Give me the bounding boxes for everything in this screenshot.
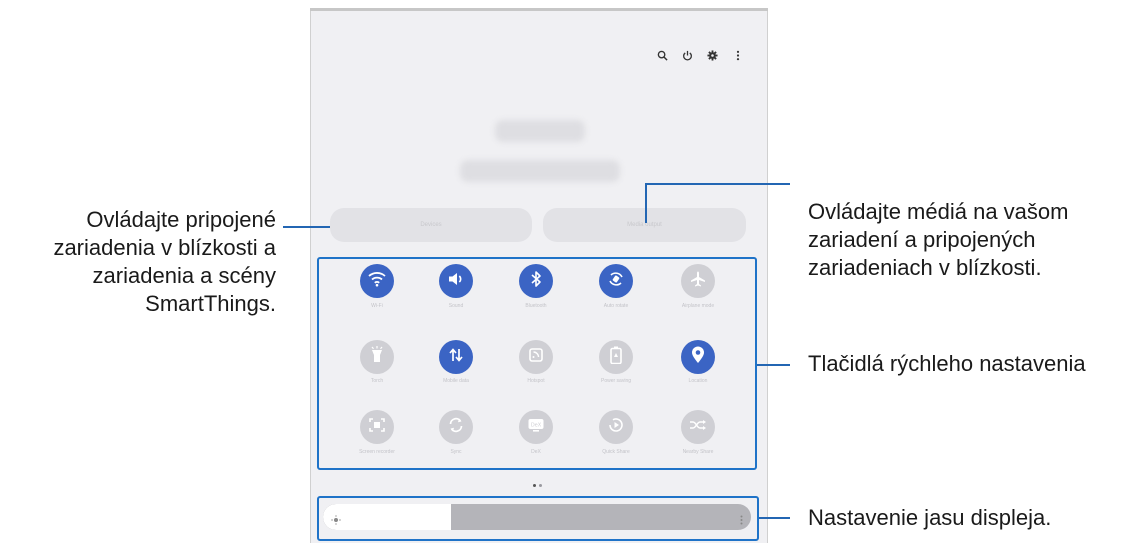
tile-label-mobile-data: Mobile data [443, 378, 469, 384]
rotate-icon [607, 270, 625, 293]
shuffle-icon [689, 418, 707, 437]
tile-wifi[interactable] [360, 264, 394, 298]
tile-label-dex: DeX [531, 449, 541, 455]
callout-line-brightness [759, 517, 790, 519]
annotation-line: zariadeniach v blízkosti. [808, 255, 1042, 280]
tile-location[interactable] [681, 340, 715, 374]
brightness-more-icon[interactable] [740, 512, 743, 530]
blurred-date [460, 160, 620, 182]
tile-mobile-data[interactable] [439, 340, 473, 374]
battery-icon [610, 346, 622, 369]
tile-label-screen-recorder: Screen recorder [359, 449, 395, 455]
nfc-icon [528, 347, 544, 368]
callout-line-quick-settings [757, 364, 790, 366]
tile-bluetooth[interactable] [519, 264, 553, 298]
tile-label-bluetooth: Bluetooth [525, 303, 547, 309]
more-vertical-icon[interactable] [729, 47, 746, 64]
annotation-line: zariadenia a scény [92, 263, 276, 288]
brightness-fill [323, 504, 452, 530]
annotation-brightness: Nastavenie jasu displeja. [808, 505, 1052, 530]
annotation-line: SmartThings. [145, 291, 276, 316]
tile-dex[interactable]: DeX [519, 410, 553, 444]
screen-record-icon [368, 417, 386, 438]
svg-text:DeX: DeX [531, 422, 542, 428]
devices-card[interactable]: Devices [330, 208, 532, 242]
tile-label-flashlight: Torch [370, 378, 384, 384]
annotation-media: Ovládajte médiá na vašom zariadení a pri… [808, 198, 1128, 282]
blurred-clock [495, 120, 585, 142]
airplane-icon [689, 270, 707, 293]
tile-sync[interactable] [439, 410, 473, 444]
page-indicator [533, 484, 542, 487]
tile-auto-rotate[interactable] [599, 264, 633, 298]
data-arrows-icon [448, 347, 464, 368]
flashlight-icon [370, 345, 384, 369]
annotation-line: Ovládajte médiá na vašom [808, 199, 1069, 224]
annotation-line: zariadení a pripojených [808, 227, 1036, 252]
dex-icon: DeX [527, 417, 545, 438]
annotation-connected-devices: Ovládajte pripojené zariadenia v blízkos… [0, 206, 276, 318]
page-dot [539, 484, 542, 487]
annotation-line: zariadenia v blízkosti a [53, 235, 276, 260]
tile-label-quick-share: Quick Share [602, 449, 630, 455]
annotation-line: Ovládajte pripojené [86, 207, 276, 232]
tile-nearby-share[interactable] [681, 410, 715, 444]
sync-icon [447, 416, 465, 439]
tile-nfc[interactable] [519, 340, 553, 374]
tile-airplane[interactable] [681, 264, 715, 298]
page-dot-active [533, 484, 536, 487]
tile-label-power-saving: Power saving [600, 378, 631, 384]
tile-sound[interactable] [439, 264, 473, 298]
tile-flashlight[interactable] [360, 340, 394, 374]
sun-icon [331, 512, 341, 530]
panel-top-icons [654, 47, 746, 64]
brightness-slider[interactable] [323, 504, 751, 530]
wifi-icon [368, 271, 386, 292]
tile-label-airplane: Airplane mode [681, 303, 715, 309]
tile-quick-share[interactable] [599, 410, 633, 444]
tile-label-sound: Sound [448, 303, 464, 309]
panel-top-edge [310, 8, 768, 11]
tile-label-wifi: Wi-Fi [371, 303, 383, 309]
tile-label-auto-rotate: Auto rotate [603, 303, 629, 309]
speaker-icon [447, 271, 465, 292]
power-icon[interactable] [679, 47, 696, 64]
gear-icon[interactable] [704, 47, 721, 64]
search-icon[interactable] [654, 47, 671, 64]
devices-card-label: Devices [420, 222, 442, 228]
tile-screen-recorder[interactable] [360, 410, 394, 444]
tile-label-nearby-share: Nearby Share [682, 449, 714, 455]
tile-label-sync: Sync [450, 449, 462, 455]
share-icon [607, 416, 625, 439]
tile-label-nfc: Hotspot [527, 378, 545, 384]
bluetooth-icon [530, 270, 542, 293]
callout-line-media-h [645, 183, 790, 185]
callout-line-media-v [645, 183, 647, 223]
tile-power-saving[interactable] [599, 340, 633, 374]
callout-line-devices [283, 226, 330, 228]
location-pin-icon [691, 346, 705, 369]
tile-label-location: Location [688, 378, 708, 384]
annotation-quick-settings: Tlačidlá rýchleho nastavenia [808, 351, 1086, 376]
